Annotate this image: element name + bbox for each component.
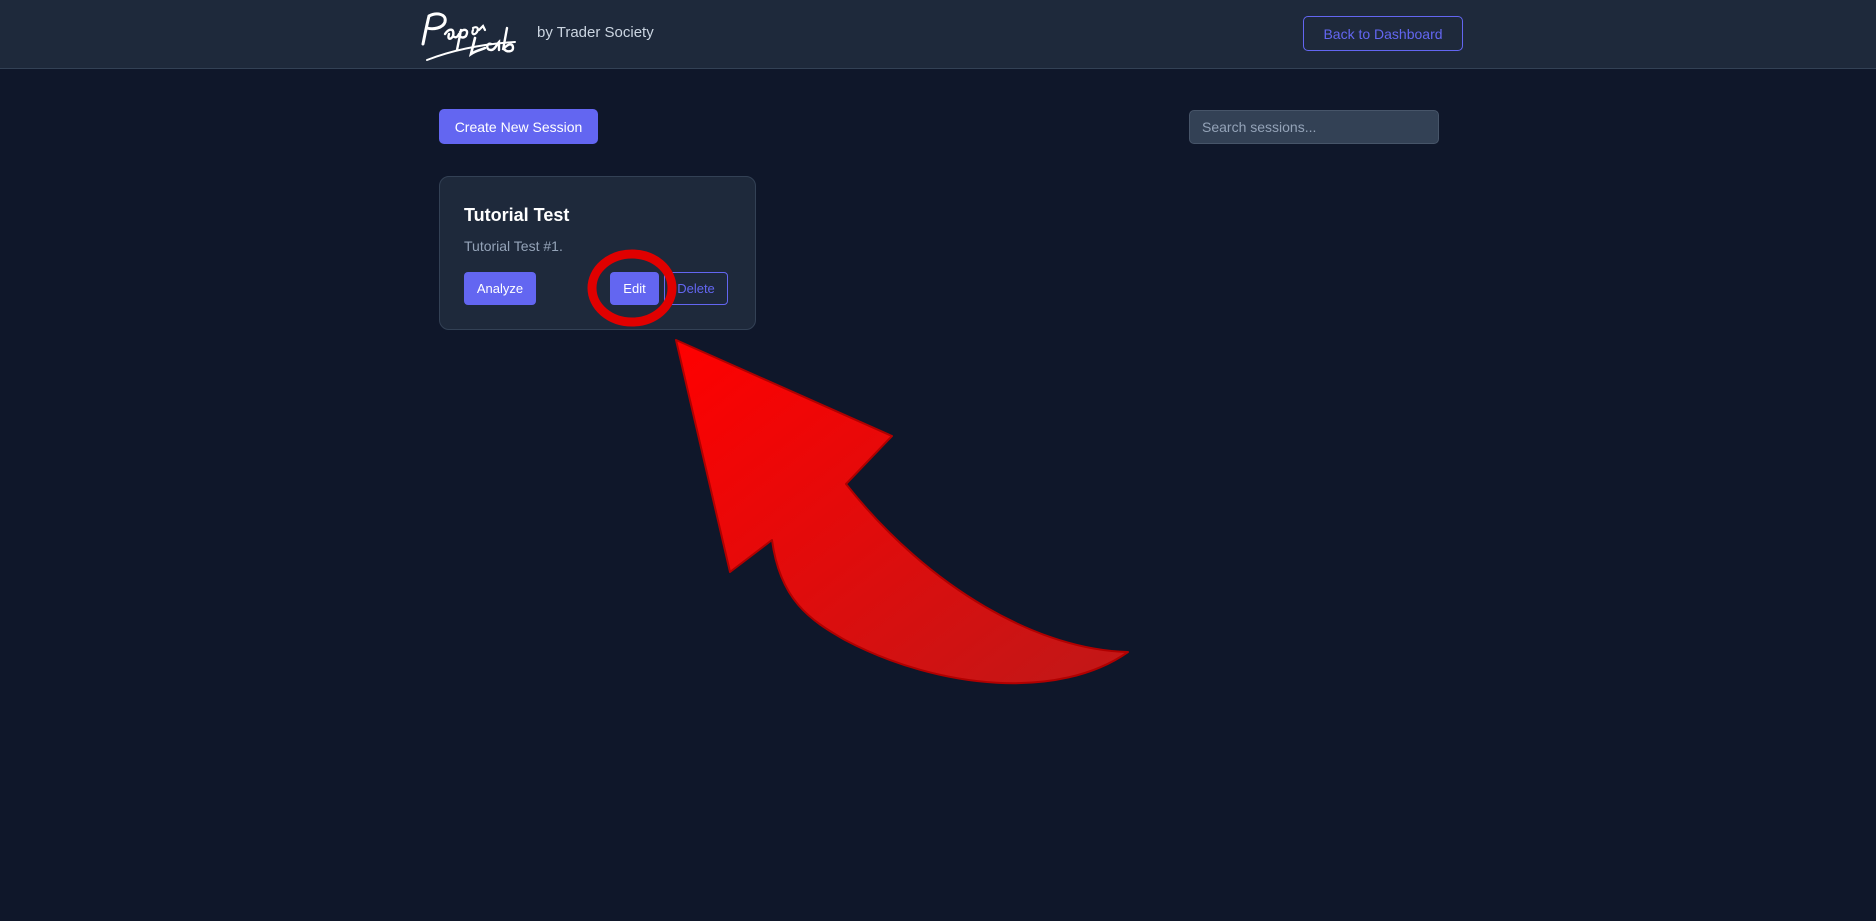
annotation-overlay — [587, 249, 1129, 685]
session-description: Tutorial Test #1. — [464, 238, 563, 254]
search-sessions-input[interactable] — [1189, 110, 1439, 144]
red-arrow-annotation — [675, 339, 1129, 685]
session-title: Tutorial Test — [464, 205, 570, 225]
delete-button[interactable]: Delete — [664, 272, 728, 305]
paperlab-logo — [421, 12, 516, 61]
create-new-session-button[interactable]: Create New Session — [439, 109, 598, 144]
top-navbar: by Trader Society Back to Dashboard — [0, 0, 1876, 69]
session-card: Tutorial Test Tutorial Test #1. Analyze … — [439, 176, 756, 330]
edit-button[interactable]: Edit — [610, 272, 659, 305]
analyze-button[interactable]: Analyze — [464, 272, 536, 305]
brand-subtitle: by Trader Society — [537, 24, 654, 41]
back-to-dashboard-button[interactable]: Back to Dashboard — [1303, 16, 1463, 51]
